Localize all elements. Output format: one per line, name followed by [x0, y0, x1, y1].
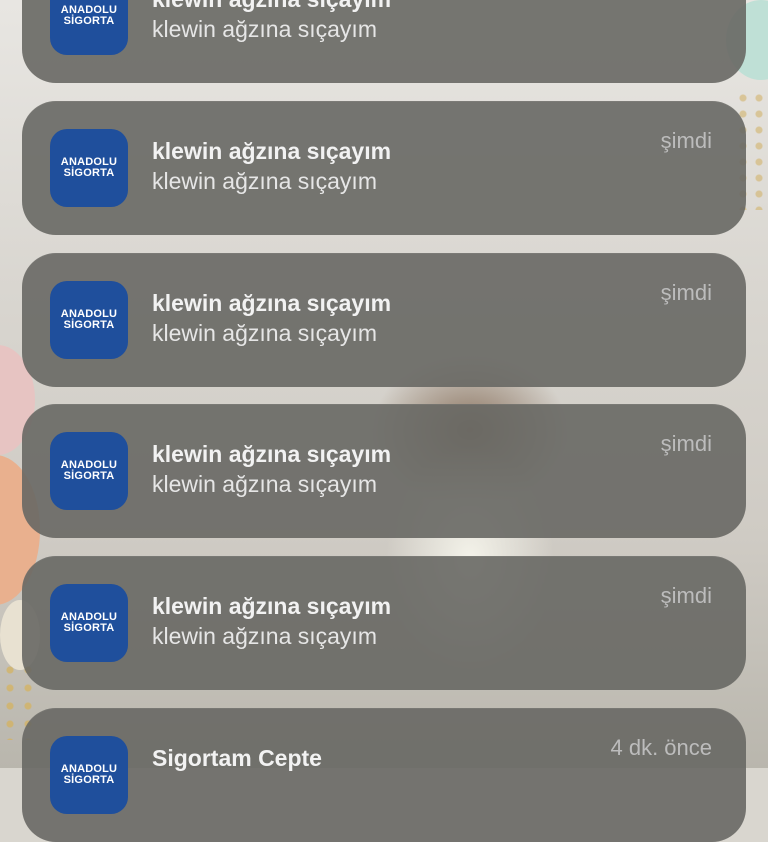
- icon-text: SİGORTA: [63, 622, 115, 634]
- notification-body: klewin ağzına sıçayım: [152, 623, 377, 649]
- icon-text: SİGORTA: [63, 319, 115, 331]
- notification-body: klewin ağzına sıçayım: [152, 320, 377, 346]
- notification-card[interactable]: ANADOLU SİGORTA klewin ağzına sıçayım kl…: [22, 556, 746, 690]
- icon-text: SİGORTA: [63, 470, 115, 482]
- anadolu-sigorta-icon: ANADOLU SİGORTA: [50, 0, 128, 55]
- notification-title: klewin ağzına sıçayım: [152, 593, 392, 619]
- notification-title: klewin ağzına sıçayım: [152, 138, 392, 164]
- anadolu-sigorta-icon: ANADOLU SİGORTA: [50, 129, 128, 207]
- anadolu-sigorta-icon: ANADOLU SİGORTA: [50, 432, 128, 510]
- notification-card[interactable]: ANADOLU SİGORTA Sigortam Cepte 4 dk. önc…: [22, 708, 746, 842]
- notification-body: klewin ağzına sıçayım: [152, 16, 377, 42]
- notification-card[interactable]: ANADOLU SİGORTA klewin ağzına sıçayım kl…: [22, 101, 746, 235]
- notification-card[interactable]: ANADOLU SİGORTA klewin ağzına sıçayım kl…: [22, 0, 746, 83]
- notification-card[interactable]: ANADOLU SİGORTA klewin ağzına sıçayım kl…: [22, 404, 746, 538]
- notification-time: şimdi: [660, 583, 712, 608]
- anadolu-sigorta-icon: ANADOLU SİGORTA: [50, 281, 128, 359]
- icon-text: ANADOLU: [60, 763, 118, 775]
- notification-title: klewin ağzına sıçayım: [152, 0, 391, 13]
- notification-time: şimdi: [660, 128, 712, 153]
- notification-title: klewin ağzına sıçayım: [152, 290, 392, 316]
- notification-body: klewin ağzına sıçayım: [152, 471, 377, 497]
- notification-body: klewin ağzına sıçayım: [152, 168, 377, 194]
- icon-text: SİGORTA: [63, 774, 115, 786]
- notification-title: klewin ağzına sıçayım: [152, 441, 392, 467]
- notification-time: 4 dk. önce: [610, 735, 712, 760]
- notification-time: şimdi: [660, 431, 712, 456]
- notification-card[interactable]: ANADOLU SİGORTA klewin ağzına sıçayım kl…: [22, 253, 746, 387]
- anadolu-sigorta-icon: ANADOLU SİGORTA: [50, 736, 128, 814]
- icon-text: SİGORTA: [63, 167, 115, 179]
- notification-time: şimdi: [660, 280, 712, 305]
- icon-text: SİGORTA: [63, 15, 115, 27]
- anadolu-sigorta-icon: ANADOLU SİGORTA: [50, 584, 128, 662]
